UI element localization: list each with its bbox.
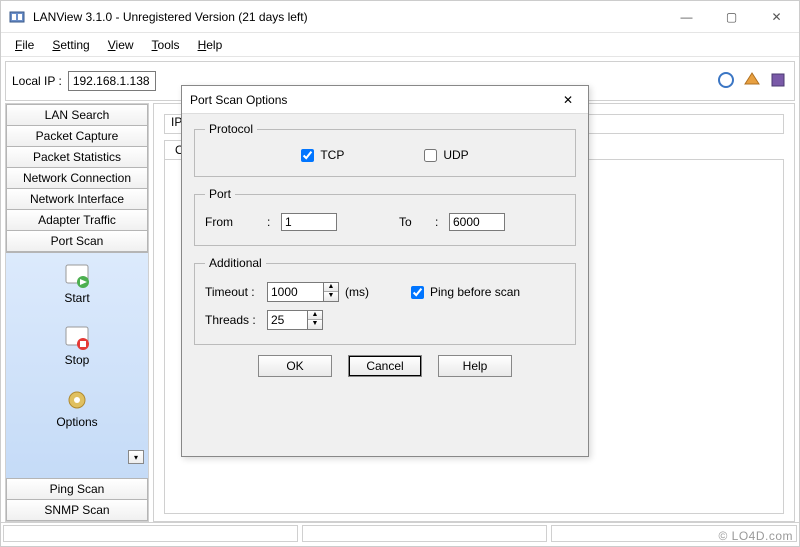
window-controls: — ▢ ✕ bbox=[664, 1, 799, 32]
sidebar-packet-statistics[interactable]: Packet Statistics bbox=[6, 147, 148, 168]
action-start-label: Start bbox=[64, 291, 89, 305]
titlebar[interactable]: LANView 3.1.0 - Unregistered Version (21… bbox=[1, 1, 799, 33]
dialog-close-button[interactable]: ✕ bbox=[556, 93, 580, 107]
window-title: LANView 3.1.0 - Unregistered Version (21… bbox=[33, 10, 664, 24]
ping-before-scan-checkbox[interactable]: Ping before scan bbox=[411, 285, 520, 299]
spin-up-icon[interactable]: ▲ bbox=[308, 311, 322, 320]
sidebar-adapter-traffic[interactable]: Adapter Traffic bbox=[6, 210, 148, 231]
local-ip-label: Local IP : bbox=[12, 74, 62, 88]
tcp-checkbox[interactable]: TCP bbox=[301, 148, 344, 162]
menu-file[interactable]: File bbox=[7, 36, 42, 54]
status-seg-2 bbox=[302, 525, 548, 542]
sidebar: LAN Search Packet Capture Packet Statist… bbox=[5, 103, 149, 522]
statusbar bbox=[1, 522, 799, 544]
spin-up-icon[interactable]: ▲ bbox=[324, 283, 338, 292]
port-legend: Port bbox=[205, 187, 235, 201]
cancel-button[interactable]: Cancel bbox=[348, 355, 422, 377]
menu-setting[interactable]: Setting bbox=[44, 36, 97, 54]
app-icon bbox=[9, 9, 25, 25]
port-group: Port From : To : bbox=[194, 187, 576, 246]
port-to-input[interactable] bbox=[449, 213, 505, 231]
sidebar-port-scan[interactable]: Port Scan bbox=[6, 231, 148, 252]
play-icon bbox=[64, 263, 90, 289]
timeout-input[interactable] bbox=[267, 282, 323, 302]
port-from-input[interactable] bbox=[281, 213, 337, 231]
sidebar-snmp-scan[interactable]: SNMP Scan bbox=[6, 500, 148, 521]
tcp-checkbox-input[interactable] bbox=[301, 149, 314, 162]
action-stop[interactable]: Stop bbox=[64, 325, 90, 367]
ping-checkbox-input[interactable] bbox=[411, 286, 424, 299]
action-start[interactable]: Start bbox=[64, 263, 90, 305]
threads-label: Threads : bbox=[205, 313, 261, 327]
menubar: File Setting View Tools Help bbox=[1, 33, 799, 57]
ping-label: Ping before scan bbox=[430, 285, 520, 299]
dialog-titlebar[interactable]: Port Scan Options ✕ bbox=[182, 86, 588, 114]
status-seg-1 bbox=[3, 525, 298, 542]
udp-checkbox[interactable]: UDP bbox=[424, 148, 468, 162]
app-window: LANView 3.1.0 - Unregistered Version (21… bbox=[0, 0, 800, 547]
spin-down-icon[interactable]: ▼ bbox=[324, 292, 338, 301]
toolbar-icon-2[interactable] bbox=[742, 70, 762, 93]
local-ip-input[interactable] bbox=[68, 71, 156, 91]
sidebar-panel: Start Stop Options ▾ bbox=[6, 252, 148, 478]
help-button[interactable]: Help bbox=[438, 355, 512, 377]
additional-legend: Additional bbox=[205, 256, 266, 270]
toolbar-icon-3[interactable] bbox=[768, 70, 788, 93]
udp-label: UDP bbox=[443, 148, 468, 162]
udp-checkbox-input[interactable] bbox=[424, 149, 437, 162]
ok-button[interactable]: OK bbox=[258, 355, 332, 377]
menu-tools[interactable]: Tools bbox=[144, 36, 188, 54]
port-to-label: To bbox=[399, 215, 429, 229]
spin-down-icon[interactable]: ▼ bbox=[308, 320, 322, 329]
watermark: © LO4D.com bbox=[718, 529, 793, 543]
toolbar-icon-1[interactable] bbox=[716, 70, 736, 93]
action-options[interactable]: Options bbox=[56, 387, 97, 429]
dialog-title: Port Scan Options bbox=[190, 93, 556, 107]
action-options-label: Options bbox=[56, 415, 97, 429]
sidebar-more-button[interactable]: ▾ bbox=[128, 450, 144, 464]
menu-help[interactable]: Help bbox=[190, 36, 231, 54]
sidebar-lan-search[interactable]: LAN Search bbox=[6, 104, 148, 126]
additional-group: Additional Timeout : ▲▼ (ms) Ping before… bbox=[194, 256, 576, 345]
action-stop-label: Stop bbox=[65, 353, 90, 367]
minimize-button[interactable]: — bbox=[664, 1, 709, 33]
sidebar-network-connection[interactable]: Network Connection bbox=[6, 168, 148, 189]
dialog-button-row: OK Cancel Help bbox=[194, 355, 576, 377]
maximize-button[interactable]: ▢ bbox=[709, 1, 754, 33]
threads-spin-buttons[interactable]: ▲▼ bbox=[307, 310, 323, 330]
threads-spinner[interactable]: ▲▼ bbox=[267, 310, 323, 330]
port-scan-options-dialog: Port Scan Options ✕ Protocol TCP UDP bbox=[181, 85, 589, 457]
protocol-group: Protocol TCP UDP bbox=[194, 122, 576, 177]
dialog-body: Protocol TCP UDP Port From : bbox=[182, 114, 588, 385]
port-from-label: From bbox=[205, 215, 261, 229]
threads-input[interactable] bbox=[267, 310, 307, 330]
stop-icon bbox=[64, 325, 90, 351]
menu-view[interactable]: View bbox=[100, 36, 142, 54]
timeout-spinner[interactable]: ▲▼ bbox=[267, 282, 339, 302]
gear-icon bbox=[64, 387, 90, 413]
sidebar-packet-capture[interactable]: Packet Capture bbox=[6, 126, 148, 147]
tcp-label: TCP bbox=[320, 148, 344, 162]
timeout-label: Timeout : bbox=[205, 285, 261, 299]
sidebar-ping-scan[interactable]: Ping Scan bbox=[6, 478, 148, 500]
timeout-spin-buttons[interactable]: ▲▼ bbox=[323, 282, 339, 302]
protocol-legend: Protocol bbox=[205, 122, 257, 136]
close-button[interactable]: ✕ bbox=[754, 1, 799, 33]
sidebar-network-interface[interactable]: Network Interface bbox=[6, 189, 148, 210]
timeout-unit: (ms) bbox=[345, 285, 369, 299]
